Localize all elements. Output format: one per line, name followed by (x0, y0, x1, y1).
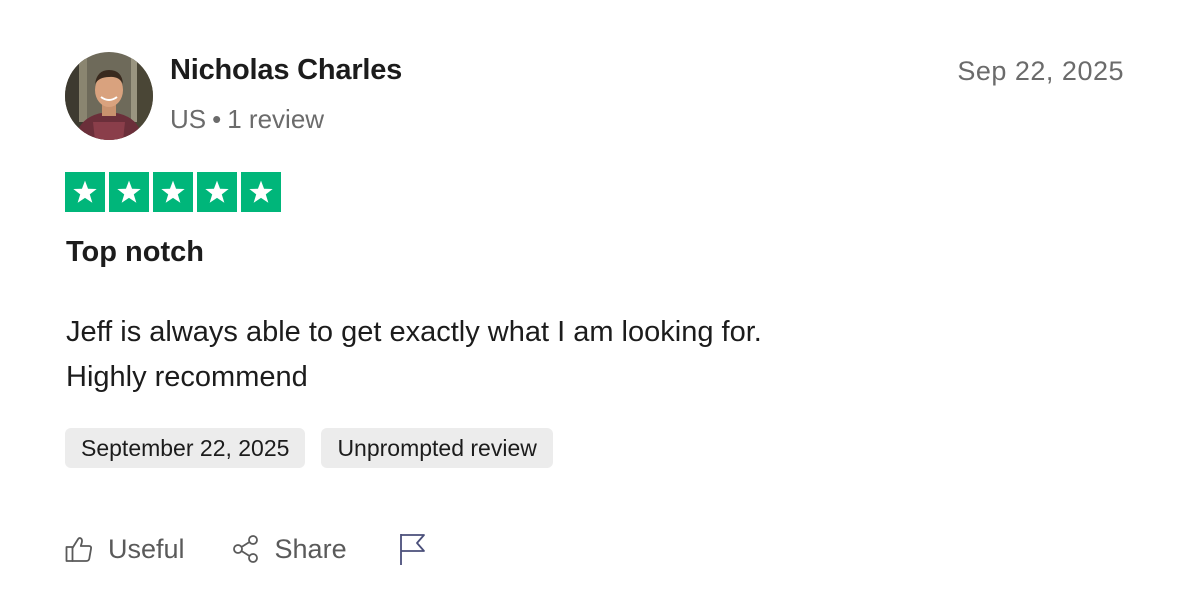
reviewer-review-count: 1 review (227, 104, 325, 134)
review-date: Sep 22, 2025 (957, 56, 1124, 86)
share-icon (231, 534, 261, 564)
review-actions: Useful Share (64, 530, 427, 568)
reviewer-name[interactable]: Nicholas Charles (170, 54, 402, 87)
star-icon (65, 172, 105, 212)
review-tags: September 22, 2025 Unprompted review (65, 428, 553, 468)
avatar-image (65, 52, 153, 140)
star-icon (153, 172, 193, 212)
report-button[interactable] (397, 532, 427, 566)
review-title: Top notch (66, 236, 204, 268)
unprompted-review-tag[interactable]: Unprompted review (321, 428, 553, 468)
review-body-line: Highly recommend (66, 361, 308, 393)
star-icon (241, 172, 281, 212)
thumbs-up-icon (64, 534, 94, 564)
review-body: Jeff is always able to get exactly what … (66, 310, 762, 400)
useful-button[interactable]: Useful (64, 534, 185, 565)
meta-separator: • (212, 104, 222, 134)
star-icon (109, 172, 149, 212)
share-button[interactable]: Share (231, 534, 347, 565)
star-rating (65, 172, 281, 212)
flag-icon (397, 532, 427, 566)
review-card: Nicholas Charles US • 1 review Sep 22, 202… (0, 0, 1192, 608)
avatar[interactable] (65, 52, 153, 140)
experience-date-tag: September 22, 2025 (65, 428, 306, 468)
share-label: Share (274, 533, 347, 564)
reviewer-meta: US • 1 review (170, 104, 324, 135)
star-icon (197, 172, 237, 212)
review-body-line: Jeff is always able to get exactly what … (66, 316, 762, 348)
reviewer-country: US (170, 104, 207, 134)
useful-label: Useful (108, 533, 185, 564)
